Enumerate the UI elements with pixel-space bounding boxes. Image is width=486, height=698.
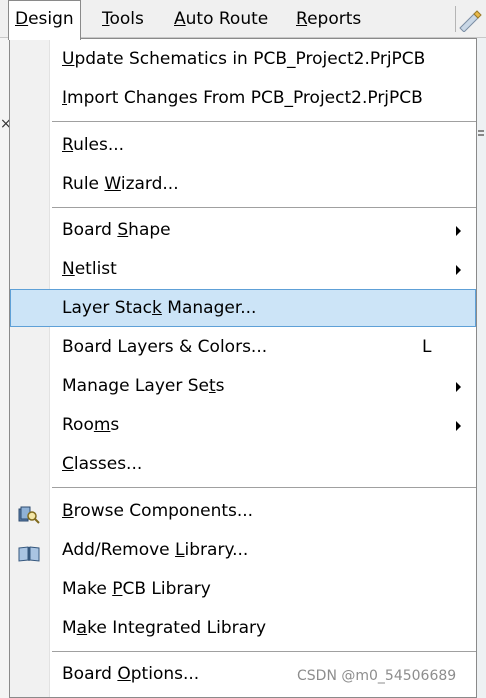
- menu-tools[interactable]: Tools: [102, 0, 144, 38]
- toolbar-corner-icon[interactable]: [455, 6, 482, 33]
- menu-item-layer-stack-manager[interactable]: Layer Stack Manager...: [10, 289, 476, 327]
- menu-item-rules[interactable]: Rules...: [10, 126, 476, 164]
- menu-item-manage-layer-sets[interactable]: Manage Layer Sets: [10, 367, 476, 405]
- menu-item-label: Classes...: [62, 454, 143, 474]
- menu-item-classes[interactable]: Classes...: [10, 445, 476, 483]
- menu-item-label: Update Schematics in PCB_Project2.PrjPCB: [62, 49, 426, 69]
- menu-bar: Design Tools Auto Route Reports: [0, 0, 486, 40]
- library-book-icon: [17, 540, 41, 562]
- menu-separator: [52, 487, 476, 489]
- menu-mnemonic: A: [174, 9, 186, 29]
- menu-item-browse-components[interactable]: Browse Components...: [10, 492, 476, 530]
- panel-tick: [478, 134, 484, 136]
- menu-mnemonic: R: [296, 9, 308, 29]
- menu-label: eports: [307, 9, 362, 29]
- menu-item-label: Rule Wizard...: [62, 174, 179, 194]
- background-panel-right: [476, 38, 486, 698]
- menu-item-rule-wizard[interactable]: Rule Wizard...: [10, 165, 476, 203]
- menu-item-label: Rules...: [62, 135, 125, 155]
- menu-item-rooms[interactable]: Rooms: [10, 406, 476, 444]
- menu-item-netlist[interactable]: Netlist: [10, 250, 476, 288]
- menu-label: uto Route: [185, 9, 269, 29]
- menu-item-label: Board Shape: [62, 220, 171, 240]
- menu-item-update-schematics[interactable]: Update Schematics in PCB_Project2.PrjPCB: [10, 40, 476, 78]
- menu-item-label: Manage Layer Sets: [62, 376, 225, 396]
- menu-item-label: Browse Components...: [62, 501, 254, 521]
- submenu-arrow-icon: [456, 382, 461, 392]
- menu-mnemonic: T: [102, 9, 110, 29]
- submenu-arrow-icon: [456, 421, 461, 431]
- menu-item-import-changes[interactable]: Import Changes From PCB_Project2.PrjPCB: [10, 79, 476, 117]
- menu-item-board-layers-colors[interactable]: Board Layers & Colors... L: [10, 328, 476, 366]
- menu-item-label: Layer Stack Manager...: [62, 298, 257, 318]
- submenu-arrow-icon: [456, 226, 461, 236]
- menu-item-make-pcb-library[interactable]: Make PCB Library: [10, 570, 476, 608]
- submenu-arrow-icon: [456, 265, 461, 275]
- menu-item-label: Netlist: [62, 259, 117, 279]
- menu-item-make-integrated-library[interactable]: Make Integrated Library: [10, 609, 476, 647]
- menu-mnemonic: D: [15, 9, 29, 29]
- menu-item-board-shape[interactable]: Board Shape: [10, 211, 476, 249]
- menu-item-label: Make Integrated Library: [62, 618, 267, 638]
- design-dropdown-menu: Update Schematics in PCB_Project2.PrjPCB…: [9, 38, 477, 698]
- menu-separator: [52, 651, 476, 653]
- menu-auto-route[interactable]: Auto Route: [174, 0, 268, 38]
- panel-tick: [478, 130, 484, 132]
- menu-label: esign: [28, 9, 74, 29]
- menu-reports[interactable]: Reports: [296, 0, 361, 38]
- menu-item-label: Rooms: [62, 415, 120, 435]
- menu-label: ools: [109, 9, 144, 29]
- menu-item-label: Board Layers & Colors...: [62, 337, 268, 357]
- menu-item-label: Board Options...: [62, 664, 200, 684]
- menu-separator: [52, 121, 476, 123]
- background-panel-left: ×: [0, 38, 12, 698]
- menu-item-add-remove-library[interactable]: Add/Remove Library...: [10, 531, 476, 569]
- menu-item-label: Make PCB Library: [62, 579, 211, 599]
- menu-design[interactable]: Design: [8, 0, 81, 40]
- watermark: CSDN @m0_54506689: [297, 668, 457, 684]
- menu-separator: [52, 207, 476, 209]
- menu-item-label: Import Changes From PCB_Project2.PrjPCB: [62, 88, 423, 108]
- menu-shortcut: L: [422, 337, 432, 357]
- browse-components-icon: [17, 501, 41, 524]
- menu-item-label: Add/Remove Library...: [62, 540, 249, 560]
